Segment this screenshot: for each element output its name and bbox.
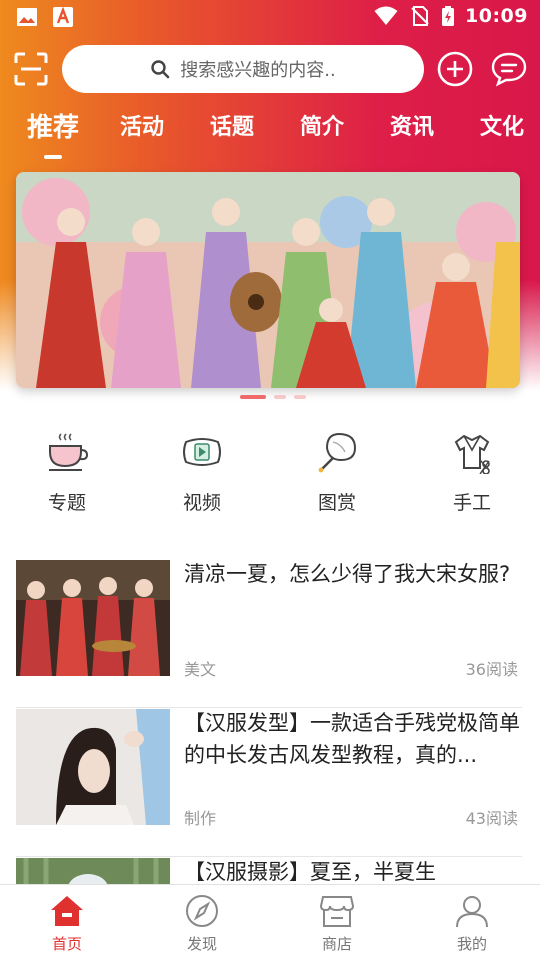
category-topic[interactable]: 专题: [17, 430, 117, 515]
carousel-indicator: [240, 395, 306, 399]
home-icon: [51, 896, 83, 926]
carousel-dot: [294, 395, 306, 399]
search-placeholder: 搜索感兴趣的内容..: [180, 60, 336, 81]
carousel-dot: [274, 395, 286, 399]
tea-cup-icon: [49, 433, 89, 471]
nav-label: 发现: [186, 935, 217, 953]
banner-image: [16, 172, 520, 388]
article-item[interactable]: 清凉一夏，怎么少得了我大宋女服? 美文 36阅读: [16, 560, 522, 708]
article-category: 美文: [184, 660, 217, 679]
fan-icon: [318, 432, 357, 473]
scan-icon[interactable]: [14, 52, 48, 86]
article-title: 【汉服发型】一款适合手残党极简单的中长发古风发型教程，真的...: [184, 711, 520, 767]
tab-culture[interactable]: 文化: [480, 108, 524, 152]
category-gallery[interactable]: 图赏: [287, 430, 387, 515]
app-a-icon: [53, 6, 73, 27]
image-icon: [17, 8, 37, 26]
bottom-navigation: 首页 发现 商店 我的: [0, 884, 540, 960]
nav-shop[interactable]: 商店: [292, 893, 382, 954]
category-label: 图赏: [317, 492, 356, 514]
tab-recommend[interactable]: 推荐: [27, 108, 79, 152]
nav-label: 首页: [51, 935, 82, 953]
carousel-dot-active: [240, 395, 266, 399]
article-item[interactable]: 【汉服发型】一款适合手残党极简单的中长发古风发型教程，真的... 制作 43阅读: [16, 709, 522, 857]
nav-profile[interactable]: 我的: [427, 893, 517, 954]
category-label: 专题: [47, 492, 86, 514]
search-input[interactable]: 搜索感兴趣的内容..: [62, 45, 424, 93]
category-tabs: 推荐 活动 话题 简介 资讯 文化: [0, 108, 540, 160]
article-thumbnail: [16, 560, 170, 676]
nav-label: 我的: [456, 935, 487, 953]
plus-circle-icon[interactable]: [436, 50, 474, 88]
nav-discover[interactable]: 发现: [157, 893, 247, 954]
tab-topic[interactable]: 话题: [210, 108, 254, 152]
article-title: 清凉一夏，怎么少得了我大宋女服?: [184, 562, 511, 586]
category-handcraft[interactable]: 手工: [422, 430, 522, 515]
category-label: 视频: [182, 492, 221, 514]
tab-intro[interactable]: 简介: [300, 108, 344, 152]
nav-label: 商店: [321, 935, 352, 953]
article-read-count: 43阅读: [465, 809, 518, 828]
sewing-icon: [454, 434, 490, 474]
compass-icon: [186, 895, 218, 927]
video-play-icon: [183, 438, 221, 466]
article-category: 制作: [184, 809, 217, 828]
wifi-icon: [374, 6, 398, 25]
battery-charging-icon: [442, 6, 455, 26]
status-time: 10:09: [465, 5, 528, 27]
shop-icon: [319, 896, 355, 927]
article-read-count: 36阅读: [465, 660, 518, 679]
tab-indicator: [44, 155, 62, 159]
tab-news[interactable]: 资讯: [390, 108, 434, 152]
message-icon[interactable]: [490, 50, 528, 88]
no-sim-icon: [411, 6, 429, 26]
search-icon: [151, 60, 170, 79]
user-icon: [456, 896, 488, 928]
banner-carousel[interactable]: [16, 172, 520, 388]
category-label: 手工: [452, 492, 491, 514]
category-video[interactable]: 视频: [152, 430, 252, 515]
status-bar: 10:09: [0, 0, 540, 36]
top-header: 搜索感兴趣的内容..: [0, 44, 540, 94]
article-thumbnail: [16, 709, 170, 825]
tab-activity[interactable]: 活动: [120, 108, 164, 152]
category-grid: 专题 视频 图赏 手工: [0, 430, 540, 520]
nav-home[interactable]: 首页: [22, 893, 112, 954]
